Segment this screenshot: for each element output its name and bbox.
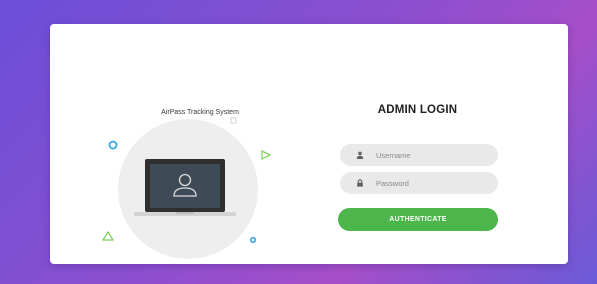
dot-decor-icon <box>249 236 257 244</box>
authenticate-button[interactable]: AUTHENTICATE <box>338 208 498 231</box>
user-icon <box>354 151 366 159</box>
triangle-right-decor-icon <box>261 150 272 160</box>
admin-login-title: ADMIN LOGIN <box>377 104 458 116</box>
login-card: AirPass Tracking System ADMIN LOGIN User… <box>50 24 568 264</box>
brand-name: AirPass Tracking System <box>161 109 239 116</box>
triangle-up-decor-icon <box>101 230 115 241</box>
lock-icon <box>354 179 366 187</box>
user-avatar-icon <box>178 173 192 187</box>
laptop-icon <box>145 159 225 212</box>
password-input[interactable] <box>374 177 493 189</box>
username-input[interactable] <box>374 149 493 161</box>
square-decor-icon <box>230 117 237 124</box>
username-field[interactable] <box>340 144 498 166</box>
login-page: AirPass Tracking System ADMIN LOGIN User… <box>0 0 597 284</box>
password-field[interactable] <box>340 172 498 194</box>
circle-decor-icon <box>108 140 118 150</box>
